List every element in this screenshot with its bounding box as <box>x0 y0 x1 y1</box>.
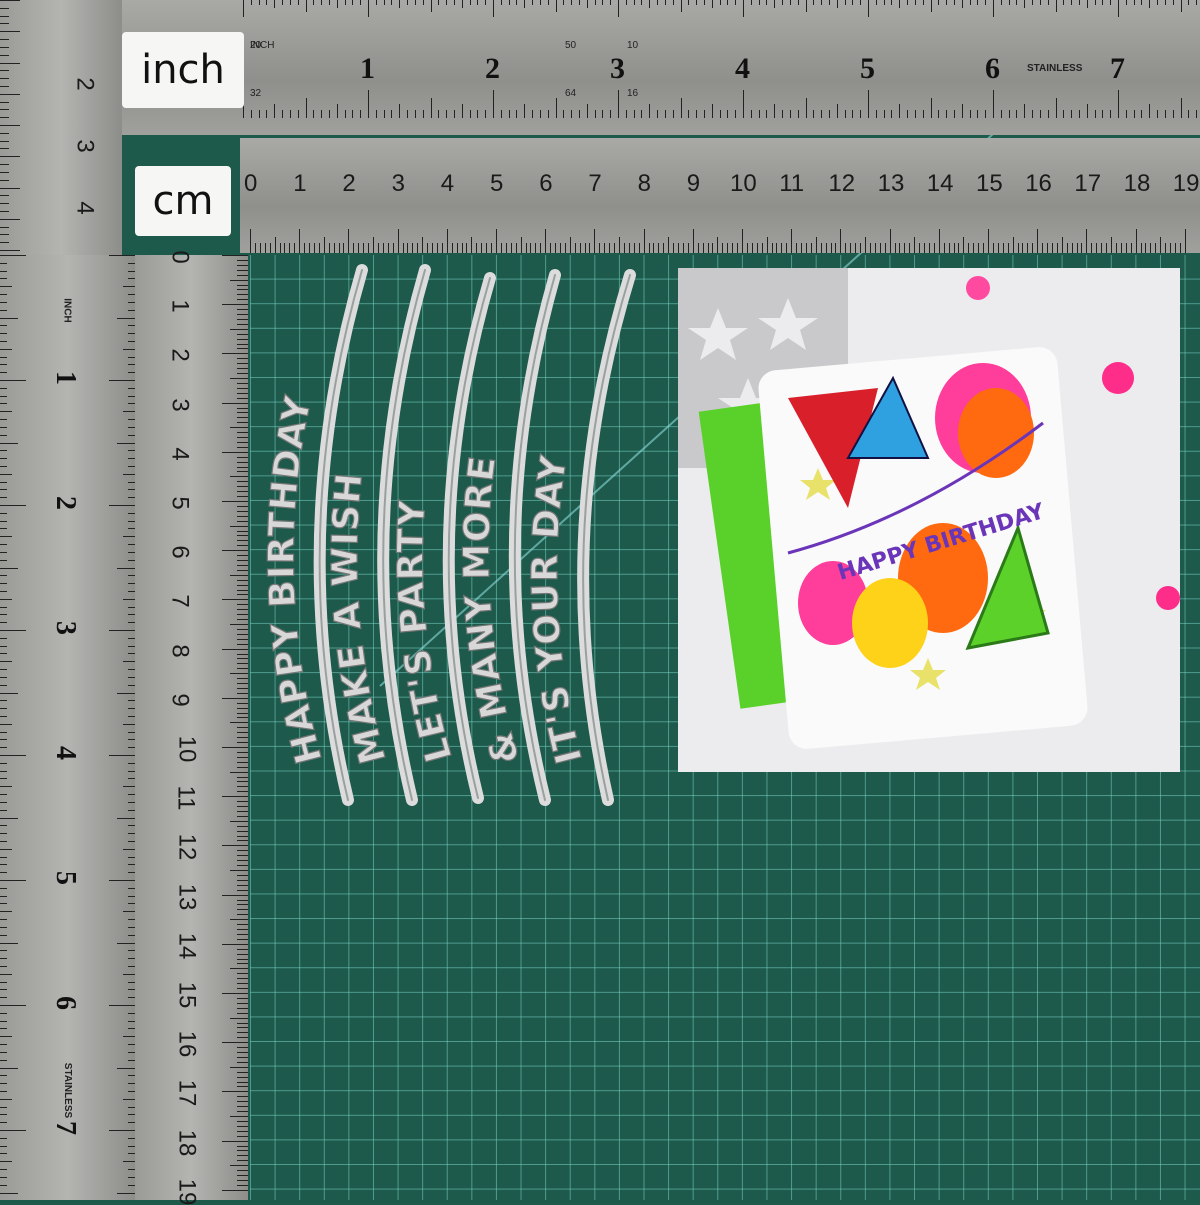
sample-card-photo: HAPPY BIRTHDAY <box>678 268 1180 772</box>
